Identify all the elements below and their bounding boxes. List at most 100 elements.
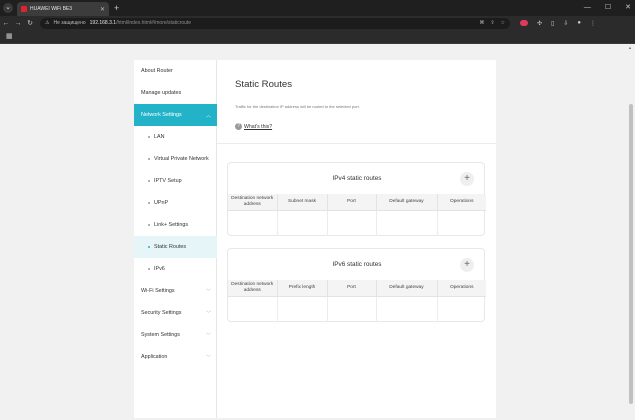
vertical-scrollbar[interactable]: ▲ [627, 44, 635, 420]
question-icon: ? [235, 123, 242, 130]
whats-this-label[interactable]: What's this? [244, 124, 272, 130]
page-title: Static Routes [235, 79, 293, 90]
ipv6-routes-card: IPv6 static routes + Destination network… [227, 248, 486, 322]
sidebar-item-wifi-settings[interactable]: Wi-Fi Settings ﹀ [134, 280, 217, 302]
tab-title: HUAWEI WiFi BE3 [30, 6, 73, 12]
sidebar-icon[interactable]: ▯ [551, 20, 554, 27]
profile-icon[interactable]: ● [577, 20, 581, 26]
sidebar-item-label: Wi-Fi Settings [141, 288, 175, 294]
sidebar-item-label: IPv6 [154, 266, 165, 272]
sidebar-item-label: Manage updates [141, 90, 182, 96]
sidebar-item-label: LAN [154, 134, 165, 140]
close-tab-icon[interactable]: ✕ [100, 6, 105, 13]
ipv4-routes-card: IPv4 static routes + Destination network… [227, 162, 486, 236]
address-bar[interactable]: ⚠ Не защищено 192.168.3.1/html/index.htm… [40, 17, 510, 29]
security-status[interactable]: Не защищено [53, 20, 85, 26]
back-icon[interactable]: ← [0, 20, 12, 27]
chevron-down-icon: ﹀ [205, 288, 211, 295]
sidebar-item-iptv-setup[interactable]: IPTV Setup [134, 170, 217, 192]
scroll-up-icon[interactable]: ▲ [628, 45, 632, 50]
page-description: Traffic for the destination IP address w… [235, 104, 360, 109]
sidebar-item-manage-updates[interactable]: Manage updates [134, 82, 217, 104]
maximize-icon[interactable]: ☐ [605, 0, 611, 16]
table-row [228, 296, 486, 322]
apps-grid-icon[interactable]: ▦ [6, 33, 13, 41]
sidebar-item-static-routes[interactable]: Static Routes [134, 236, 217, 258]
translate-icon[interactable]: ⌘ [479, 20, 484, 26]
sidebar-item-lan[interactable]: LAN [134, 126, 217, 148]
url-text[interactable]: 192.168.3.1/html/index.html#/more/static… [90, 20, 191, 26]
table-cell [437, 296, 486, 322]
column-header: Subnet mask [277, 194, 328, 211]
chevron-up-icon: ︿ [205, 112, 211, 119]
column-header: Port [327, 194, 377, 211]
ipv6-routes-title: IPv6 static routes [332, 261, 382, 268]
table-cell [277, 296, 328, 322]
page-header: Static Routes Traffic for the destinatio… [217, 60, 496, 144]
column-header: Destination network address [228, 194, 278, 211]
sidebar-item-label: Network Settings [141, 112, 182, 118]
sidebar-item-security-settings[interactable]: Security Settings ﹀ [134, 302, 217, 324]
sidebar-item-label: System Settings [141, 332, 180, 338]
bookmark-star-icon[interactable]: ☆ [501, 20, 505, 26]
tab-search-icon[interactable]: ⌄ [3, 3, 13, 13]
table-cell [327, 296, 377, 322]
column-header: Port [327, 280, 377, 297]
reload-icon[interactable]: ↻ [24, 19, 36, 27]
sidebar-item-label: Link+ Settings [154, 222, 189, 228]
close-window-icon[interactable]: ✕ [625, 0, 631, 16]
sidebar-item-label: IPTV Setup [154, 178, 182, 184]
extension-icons: ✣ ▯ ⇩ ● ⋮ [520, 20, 596, 27]
forward-icon[interactable]: → [12, 20, 24, 27]
sidebar-item-link-plus-settings[interactable]: Link+ Settings [134, 214, 217, 236]
column-header: Default gateway [376, 194, 438, 211]
table-cell [277, 210, 328, 236]
minimize-icon[interactable]: — [584, 0, 591, 16]
bullet-icon [148, 224, 150, 226]
add-ipv4-route-button[interactable]: + [460, 172, 474, 186]
warning-icon[interactable]: ⚠ [45, 20, 49, 26]
menu-icon[interactable]: ⋮ [590, 20, 596, 27]
column-header: Operations [437, 280, 486, 297]
column-header: Default gateway [376, 280, 438, 297]
scrollbar-thumb[interactable] [629, 104, 633, 404]
browser-tab[interactable]: HUAWEI WiFi BE3 ✕ [17, 2, 109, 16]
new-tab-icon[interactable]: + [114, 3, 119, 13]
bullet-icon [148, 202, 150, 204]
window-controls: — ☐ ✕ [584, 0, 631, 16]
sidebar-item-label: Application [141, 354, 168, 360]
sidebar-item-label: Virtual Private Network [154, 156, 209, 162]
bookmarks-bar: ▦ [0, 30, 635, 44]
download-icon[interactable]: ⇩ [563, 20, 568, 27]
column-header: Operations [437, 194, 486, 211]
whats-this-link[interactable]: ? What's this? [235, 123, 272, 130]
bullet-icon [148, 268, 150, 270]
table-cell [376, 296, 438, 322]
ipv4-routes-table: Destination network address Subnet mask … [228, 194, 486, 236]
table-cell [327, 210, 377, 236]
bullet-icon [148, 180, 150, 182]
sidebar-item-vpn[interactable]: Virtual Private Network [134, 148, 217, 170]
table-row [228, 210, 486, 236]
chevron-down-icon: ﹀ [205, 332, 211, 339]
browser-tab-bar: ⌄ HUAWEI WiFi BE3 ✕ + — ☐ ✕ [0, 0, 635, 16]
column-header: Prefix length [277, 280, 328, 297]
extensions-puzzle-icon[interactable]: ✣ [537, 20, 542, 27]
sidebar-item-system-settings[interactable]: System Settings ﹀ [134, 324, 217, 346]
sidebar-item-about-router[interactable]: About Router [134, 60, 217, 82]
sidebar-item-ipv6[interactable]: IPv6 [134, 258, 217, 280]
huawei-favicon-icon [21, 6, 27, 12]
browser-toolbar: ← → ↻ ⚠ Не защищено 192.168.3.1/html/ind… [0, 16, 635, 30]
main-content: Static Routes Traffic for the destinatio… [217, 60, 496, 418]
sidebar-item-upnp[interactable]: UPnP [134, 192, 217, 214]
sidebar-item-application[interactable]: Application ﹀ [134, 346, 217, 368]
sidebar-item-network-settings[interactable]: Network Settings ︿ [134, 104, 217, 126]
ipv6-routes-table: Destination network address Prefix lengt… [228, 280, 486, 322]
add-ipv6-route-button[interactable]: + [460, 258, 474, 272]
sidebar-item-label: Security Settings [141, 310, 182, 316]
extension-badge-icon[interactable] [520, 20, 528, 26]
share-icon[interactable]: ⇪ [490, 20, 494, 26]
bullet-icon [148, 246, 150, 248]
settings-sidebar: About Router Manage updates Network Sett… [134, 60, 217, 418]
chevron-down-icon: ﹀ [205, 310, 211, 317]
